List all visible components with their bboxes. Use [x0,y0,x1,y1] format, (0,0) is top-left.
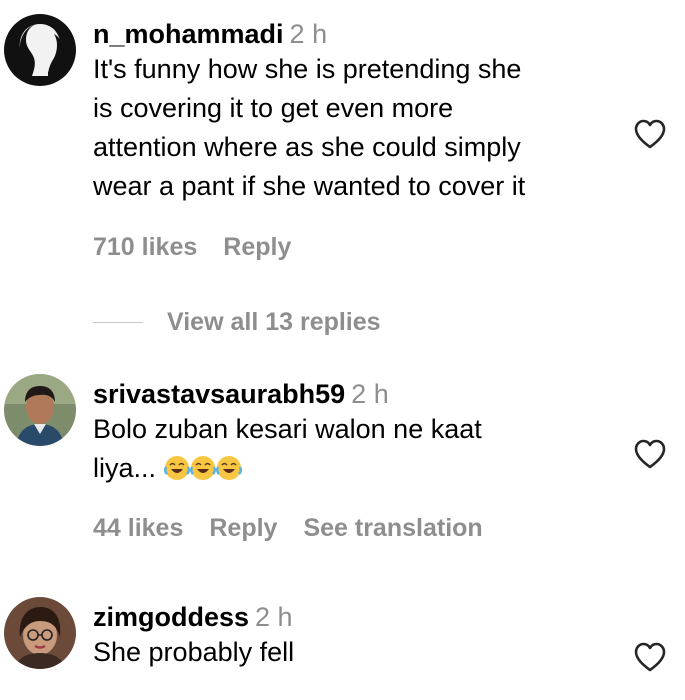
face-with-tears-of-joy-icon [189,456,216,480]
comment-header: zimgoddess 2 h [93,601,613,633]
comment-body: srivastavsaurabh59 2 h Bolo zuban kesari … [93,378,613,488]
avatar[interactable] [4,374,76,446]
comment-text: Bolo zuban kesari walon ne kaat liya... [93,410,613,488]
comment-time: 2 h [255,602,293,632]
comment-time: 2 h [351,379,389,409]
comment-text-line: liya... [93,449,613,488]
avatar-image [4,374,76,446]
reply-button[interactable]: Reply [209,514,277,542]
avatar[interactable] [4,14,76,86]
likes-count[interactable]: 44 likes [93,514,183,542]
comment-text-line: is covering it to get even more [93,93,454,123]
comment-header: n_mohammadi 2 h [93,18,613,50]
view-replies-row[interactable]: View all 13 replies [93,305,381,339]
comment-text: She probably fell [93,633,613,672]
comment-actions: 44 likes Reply See translation [93,514,509,543]
comment-text-line: It's funny how she is pretending she [93,54,522,84]
reply-button[interactable]: Reply [223,233,291,261]
face-with-tears-of-joy-icon [163,456,190,480]
comment-text-line: wear a pant if she wanted to cover it [93,171,526,201]
heart-outline-icon[interactable] [633,641,667,673]
comment-header: srivastavsaurabh59 2 h [93,378,613,410]
avatar-image [4,597,76,669]
face-with-tears-of-joy-icon [215,456,242,480]
avatar-image [4,14,76,86]
comment-actions: 710 likes Reply [93,233,317,262]
comment-text: It's funny how she is pretending she is … [93,50,613,206]
replies-divider [93,321,143,323]
avatar[interactable] [4,597,76,669]
comment-text-line: Bolo zuban kesari walon ne kaat [93,414,482,444]
comment-username[interactable]: srivastavsaurabh59 [93,379,345,409]
comment-body: zimgoddess 2 h She probably fell [93,601,613,672]
see-translation-button[interactable]: See translation [303,514,482,542]
comment-text-line: She probably fell [93,637,295,667]
comment-text-line: attention where as she could simply [93,132,521,162]
heart-outline-icon[interactable] [633,118,667,150]
comment-username[interactable]: zimgoddess [93,602,249,632]
heart-outline-icon[interactable] [633,438,667,470]
comment-username[interactable]: n_mohammadi [93,19,284,49]
likes-count[interactable]: 710 likes [93,233,197,261]
view-replies-button[interactable]: View all 13 replies [167,308,381,337]
comment-text-fragment: liya... [93,453,157,483]
comment-body: n_mohammadi 2 h It's funny how she is pre… [93,18,613,206]
comment-time: 2 h [289,19,328,49]
